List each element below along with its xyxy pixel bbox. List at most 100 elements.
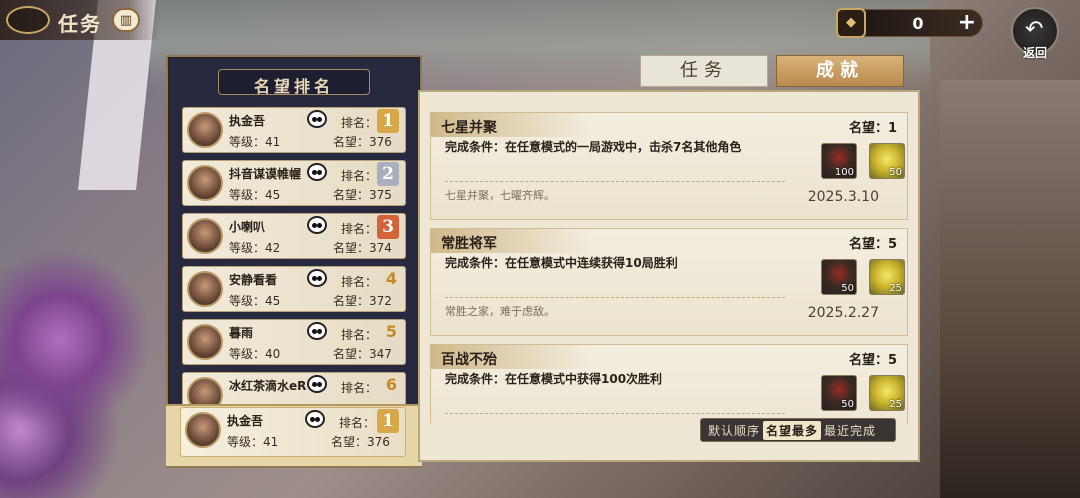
achievement-fame: 名望：5 bbox=[848, 237, 897, 252]
achievement-flavor-text: 七星并聚，七曜齐辉。 bbox=[445, 189, 555, 202]
player-name: 暮雨 bbox=[229, 326, 254, 340]
rank-label: 排名： bbox=[341, 116, 378, 130]
player-fame: 名望：347 bbox=[333, 347, 392, 361]
achievement-condition: 完成条件：在任意模式中连续获得10局胜利 bbox=[445, 256, 678, 270]
panda-avatar-frame-icon bbox=[307, 269, 327, 287]
tab-achievements[interactable]: 成就 bbox=[776, 55, 904, 87]
avatar[interactable] bbox=[187, 165, 223, 201]
currency-value: 0 bbox=[912, 14, 924, 33]
rank-row[interactable]: 抖音谋谟帷幄 等级：45 排名： 2 名望：375 bbox=[182, 160, 406, 206]
rank-number: 6 bbox=[385, 375, 397, 394]
ranking-title-bar: 名望排名 bbox=[218, 69, 370, 96]
player-level: 等级：45 bbox=[229, 188, 281, 202]
currency-token-icon: ◆ bbox=[836, 8, 866, 38]
panda-avatar-frame-icon bbox=[307, 110, 327, 128]
avatar[interactable] bbox=[187, 324, 223, 360]
sort-recent-button[interactable]: 最近完成 bbox=[821, 421, 879, 440]
reward-count: 50 bbox=[841, 399, 854, 410]
ranking-list[interactable]: 执金吾 等级：41 排名： 1 名望：376 抖音谋谟帷幄 等级：45 排名： 2 名望：375 小… bbox=[182, 107, 408, 452]
achievement-date: 2025.2.27 bbox=[807, 305, 879, 321]
equipment-icon[interactable]: 50 bbox=[821, 375, 857, 411]
gold-ingot-icon[interactable]: 25 bbox=[869, 375, 905, 411]
avatar[interactable] bbox=[187, 112, 223, 148]
player-fame: 名望：376 bbox=[331, 435, 390, 449]
rank-row[interactable]: 安静看看 等级：45 排名： 4 名望：372 bbox=[182, 266, 406, 312]
equipment-icon[interactable]: 50 bbox=[821, 259, 857, 295]
sort-fame-button[interactable]: 名望最多 bbox=[763, 420, 822, 440]
achievement-title: 常胜将军 bbox=[441, 236, 497, 252]
background-flowers bbox=[0, 230, 170, 498]
dragon-emblem-icon bbox=[6, 6, 50, 34]
achievement-card[interactable]: 七星并聚 名望：1 完成条件：在任意模式的一局游戏中，击杀7名其他角色 七星并聚，七曜… bbox=[430, 112, 908, 220]
rank-badge: 1 bbox=[377, 109, 399, 133]
equipment-icon[interactable]: 100 bbox=[821, 143, 857, 179]
achievement-title: 七星并聚 bbox=[441, 120, 497, 136]
player-name: 抖音谋谟帷幄 bbox=[229, 167, 302, 181]
player-name: 执金吾 bbox=[229, 114, 266, 128]
book-icon[interactable]: ▥ bbox=[112, 8, 140, 32]
rank-label: 排名： bbox=[341, 169, 378, 183]
player-fame: 名望：376 bbox=[333, 135, 392, 149]
achievement-card[interactable]: 百战不殆 名望：5 完成条件：在任意模式中获得100次胜利 50 25 bbox=[430, 344, 908, 424]
rank-number: 5 bbox=[385, 322, 397, 341]
avatar[interactable] bbox=[187, 271, 223, 307]
header-bar: 任务 ▥ bbox=[0, 0, 160, 40]
achievement-date: 2025.3.10 bbox=[807, 189, 879, 205]
player-fame: 名望：375 bbox=[333, 188, 392, 202]
currency-counter: ◆ 0 + bbox=[836, 8, 983, 38]
rank-label: 排名： bbox=[339, 416, 376, 430]
player-name: 小喇叭 bbox=[229, 220, 266, 234]
panda-avatar-frame-icon bbox=[305, 410, 325, 428]
achievement-condition: 完成条件：在任意模式中获得100次胜利 bbox=[445, 372, 663, 386]
achievement-fame: 名望：5 bbox=[848, 353, 897, 368]
player-fame: 名望：372 bbox=[333, 294, 392, 308]
reward-count: 25 bbox=[889, 399, 902, 410]
player-name: 安静看看 bbox=[229, 273, 278, 287]
panda-avatar-frame-icon bbox=[307, 375, 327, 393]
rank-row[interactable]: 执金吾等级：41 排名： 1 名望：376 bbox=[182, 107, 406, 153]
sort-options-bar: 默认顺序 名望最多 最近完成 bbox=[700, 418, 896, 442]
self-rank-row[interactable]: 执金吾 等级：41 排名： 1 名望：376 bbox=[180, 407, 406, 457]
player-level: 等级：40 bbox=[229, 347, 281, 361]
avatar[interactable] bbox=[187, 218, 223, 254]
panda-avatar-frame-icon bbox=[307, 322, 327, 340]
divider bbox=[445, 181, 785, 182]
rank-label: 排名： bbox=[341, 328, 378, 342]
reward-count: 25 bbox=[889, 283, 902, 294]
back-label: 返回 bbox=[1022, 46, 1047, 60]
rank-row[interactable]: 小喇叭等级：42 排名： 3 名望：374 bbox=[182, 213, 406, 259]
player-level: 等级：41 bbox=[227, 435, 279, 449]
rank-row[interactable]: 暮雨等级：40 排名： 5 名望：347 bbox=[182, 319, 406, 365]
avatar[interactable] bbox=[185, 412, 221, 448]
panda-avatar-frame-icon bbox=[307, 216, 327, 234]
rank-badge: 2 bbox=[377, 162, 399, 186]
reward-count: 100 bbox=[834, 167, 854, 178]
sort-default-button[interactable]: 默认顺序 bbox=[705, 421, 763, 440]
achievements-panel: 七星并聚 名望：1 完成条件：在任意模式的一局游戏中，击杀7名其他角色 七星并聚，七曜… bbox=[418, 90, 920, 462]
player-name: 执金吾 bbox=[227, 414, 264, 428]
achievement-card[interactable]: 常胜将军 名望：5 完成条件：在任意模式中连续获得10局胜利 常胜之家，难于虑敌。 20… bbox=[430, 228, 908, 336]
gold-ingot-icon[interactable]: 25 bbox=[869, 259, 905, 295]
rank-label: 排名： bbox=[341, 381, 378, 395]
background-scenery-right bbox=[940, 80, 1080, 498]
rank-label: 排名： bbox=[341, 222, 378, 236]
reward-count: 50 bbox=[841, 283, 854, 294]
player-fame: 名望：374 bbox=[333, 241, 392, 255]
rank-badge: 3 bbox=[377, 215, 399, 239]
achievement-condition: 完成条件：在任意模式的一局游戏中，击杀7名其他角色 bbox=[445, 140, 742, 154]
back-arrow-icon: ↶ bbox=[1025, 17, 1044, 42]
achievements-list[interactable]: 七星并聚 名望：1 完成条件：在任意模式的一局游戏中，击杀7名其他角色 七星并聚，七曜… bbox=[430, 112, 908, 424]
panda-avatar-frame-icon bbox=[307, 163, 327, 181]
player-level: 等级：41 bbox=[229, 135, 281, 149]
rank-label: 排名： bbox=[341, 275, 378, 289]
achievement-fame: 名望：1 bbox=[848, 121, 897, 136]
rank-number: 4 bbox=[385, 269, 397, 288]
tab-tasks[interactable]: 任务 bbox=[640, 55, 768, 87]
achievement-title: 百战不殆 bbox=[441, 352, 497, 368]
player-level: 等级：42 bbox=[229, 241, 281, 255]
add-currency-button[interactable]: + bbox=[958, 11, 976, 35]
reward-count: 50 bbox=[889, 167, 902, 178]
gold-ingot-icon[interactable]: 50 bbox=[869, 143, 905, 179]
achievement-flavor-text: 常胜之家，难于虑敌。 bbox=[445, 305, 555, 318]
ranking-title: 名望排名 bbox=[253, 77, 334, 96]
